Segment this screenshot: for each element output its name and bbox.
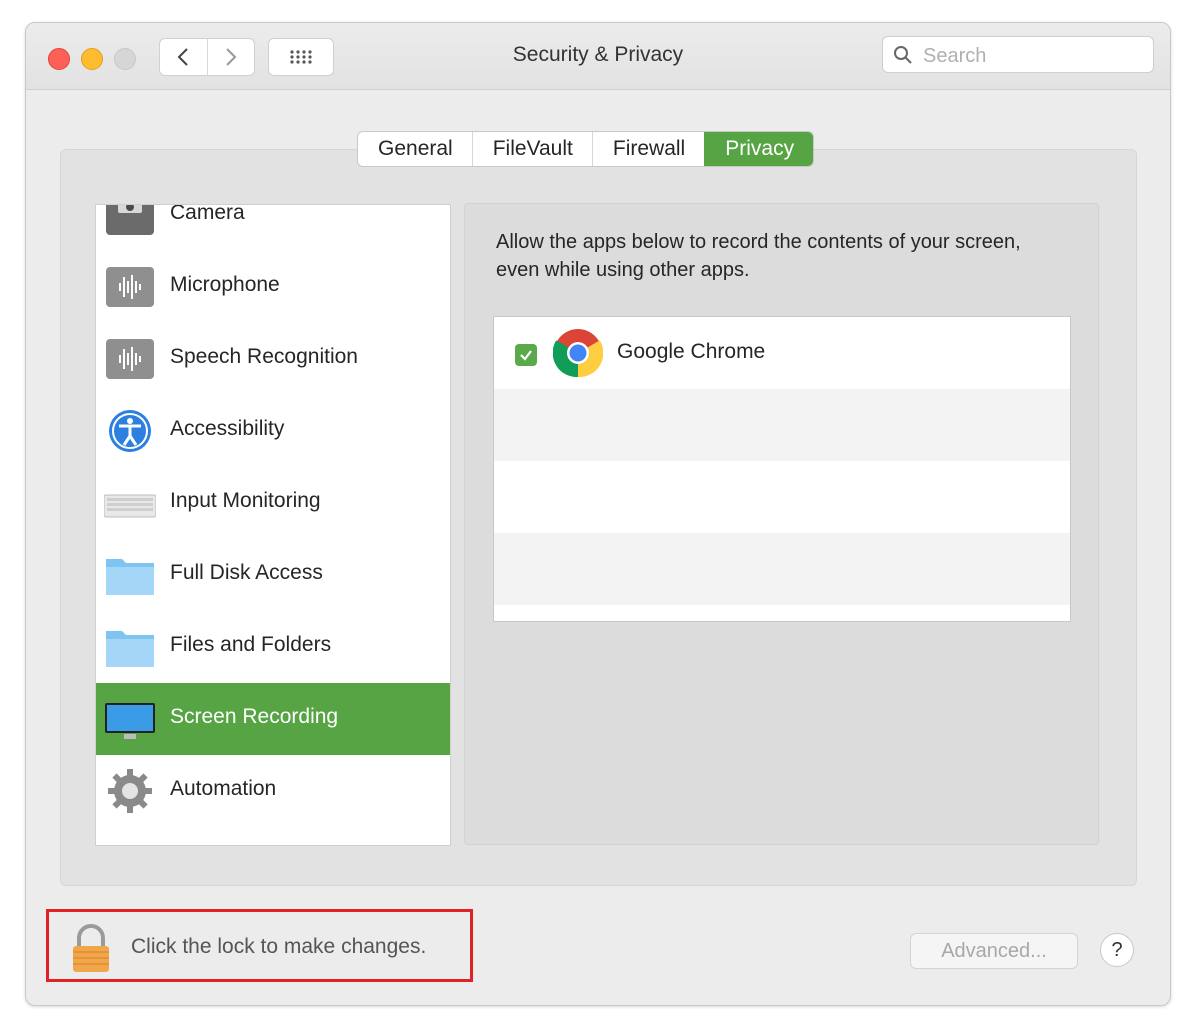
sidebar-item-speech-recognition[interactable]: Speech Recognition	[96, 323, 450, 395]
sidebar-item-label: Files and Folders	[170, 633, 332, 656]
lock-icon[interactable]	[71, 924, 111, 974]
search-input[interactable]	[921, 41, 1145, 71]
advanced-button[interactable]: Advanced...	[910, 933, 1078, 969]
checkmark-icon	[520, 350, 532, 361]
folder-icon	[106, 559, 154, 595]
lock-highlight: Click the lock to make changes.	[46, 909, 473, 982]
display-icon	[105, 703, 155, 739]
tab-bar: General FileVault Firewall Privacy	[357, 131, 815, 167]
security-privacy-window: Security & Privacy General FileVault Fir…	[25, 22, 1171, 1006]
accessibility-icon	[109, 410, 151, 452]
app-row-google-chrome[interactable]: Google Chrome	[494, 317, 1070, 389]
sidebar-item-files-and-folders[interactable]: Files and Folders	[96, 611, 450, 683]
sidebar-item-accessibility[interactable]: Accessibility	[96, 395, 450, 467]
search-field[interactable]	[882, 36, 1154, 73]
sidebar-item-label: Accessibility	[170, 417, 285, 440]
gear-icon	[108, 769, 152, 813]
tab-filevault[interactable]: FileVault	[471, 132, 592, 166]
pane-description: Allow the apps below to record the conte…	[496, 231, 1021, 281]
sidebar-item-label: Microphone	[170, 273, 280, 296]
tab-firewall[interactable]: Firewall	[591, 132, 704, 166]
app-list[interactable]: Google Chrome	[493, 316, 1071, 622]
sidebar-item-microphone[interactable]: Microphone	[96, 251, 450, 323]
waveform-icon	[106, 267, 154, 307]
sidebar-item-full-disk-access[interactable]: Full Disk Access	[96, 539, 450, 611]
help-button[interactable]: ?	[1100, 933, 1134, 967]
camera-icon	[106, 205, 154, 235]
folder-icon	[106, 631, 154, 667]
sidebar-item-label: Full Disk Access	[170, 561, 323, 584]
lock-message: Click the lock to make changes.	[131, 935, 427, 958]
magnifying-glass-icon	[894, 46, 912, 64]
keyboard-icon	[104, 494, 156, 518]
tab-general[interactable]: General	[358, 132, 472, 166]
sidebar-item-label: Camera	[170, 204, 245, 224]
title-bar: Security & Privacy	[26, 23, 1170, 90]
sidebar-item-screen-recording[interactable]: Screen Recording	[96, 683, 450, 755]
sidebar-item-label: Speech Recognition	[170, 345, 358, 368]
sidebar-item-label: Screen Recording	[170, 705, 339, 728]
app-name: Google Chrome	[617, 340, 766, 363]
privacy-category-list[interactable]: Camera Microphone Speech Recognition Acc…	[95, 204, 451, 846]
list-item	[494, 461, 1070, 533]
list-item	[494, 533, 1070, 605]
sidebar-item-label: Input Monitoring	[170, 489, 321, 512]
sidebar-item-input-monitoring[interactable]: Input Monitoring	[96, 467, 450, 539]
waveform-icon	[106, 339, 154, 379]
screen-recording-pane: Allow the apps below to record the conte…	[464, 203, 1099, 845]
app-checkbox[interactable]	[515, 344, 537, 366]
sidebar-item-label: Automation	[170, 777, 277, 800]
sidebar-item-automation[interactable]: Automation	[96, 755, 450, 827]
chrome-icon	[553, 329, 603, 378]
list-item	[494, 389, 1070, 461]
tab-privacy[interactable]: Privacy	[704, 132, 814, 166]
sidebar-item-camera[interactable]: Camera	[96, 204, 450, 251]
